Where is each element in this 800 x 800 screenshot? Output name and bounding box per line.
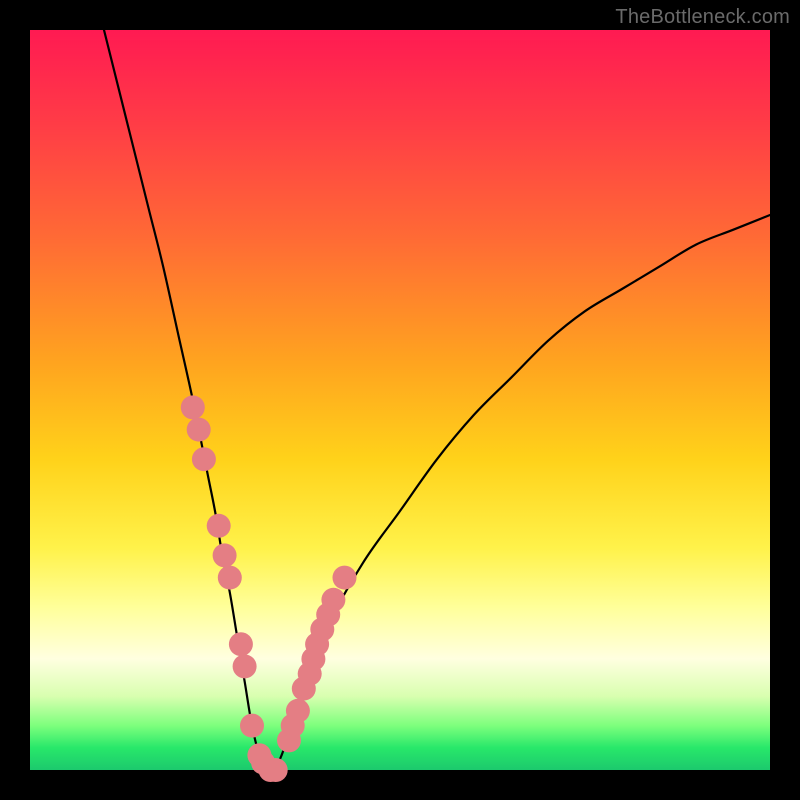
highlight-dot <box>233 654 257 678</box>
highlight-dot <box>229 632 253 656</box>
highlight-dot <box>240 714 264 738</box>
chart-svg <box>30 30 770 770</box>
highlight-dot <box>264 758 288 782</box>
bottleneck-curve <box>104 30 770 772</box>
highlight-dot <box>187 418 211 442</box>
chart-frame: TheBottleneck.com <box>0 0 800 800</box>
plot-area <box>30 30 770 770</box>
highlight-dot <box>333 566 357 590</box>
highlight-dot <box>218 566 242 590</box>
highlight-dot <box>181 395 205 419</box>
highlight-dot <box>321 588 345 612</box>
watermark-text: TheBottleneck.com <box>615 6 790 29</box>
highlight-dot <box>286 699 310 723</box>
highlight-dot <box>207 514 231 538</box>
highlight-dot <box>213 543 237 567</box>
highlight-dot <box>192 447 216 471</box>
highlight-dots-group <box>181 395 357 782</box>
